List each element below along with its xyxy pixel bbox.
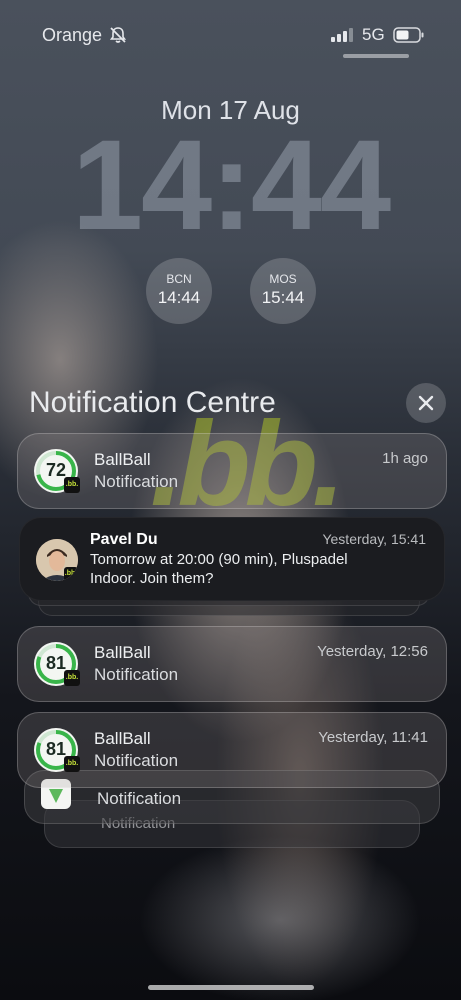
app-badge: .bb. <box>64 670 80 686</box>
ballball-app-icon: 81 .bb. <box>34 728 80 772</box>
world-clock-bcn[interactable]: BCN 14:44 <box>146 258 212 324</box>
ballball-app-icon: 81 .bb. <box>34 642 80 686</box>
bell-muted-icon <box>109 27 127 43</box>
signal-icon <box>331 28 353 42</box>
notification-body-line1: Tomorrow at 20:00 (90 min), Pluspadel <box>90 551 348 568</box>
network-label: 5G <box>362 25 385 44</box>
app-badge: .bb. <box>64 756 80 772</box>
lock-time: 14:44 <box>71 114 391 257</box>
world-clock-time: 14:44 <box>157 288 201 307</box>
notification-app-name: BallBall <box>94 450 151 469</box>
ballball-app-icon: 72 .bb. <box>34 449 80 493</box>
world-clock-time: 15:44 <box>261 288 305 307</box>
notification-time: Yesterday, 11:41 <box>318 729 428 746</box>
notification-body: Notification <box>97 789 182 808</box>
app-badge: .bb. <box>64 477 80 493</box>
notification-body: Notification <box>94 665 179 684</box>
close-icon <box>418 395 434 411</box>
notification-centre-title: Notification Centre <box>29 386 276 419</box>
close-button[interactable] <box>406 383 446 423</box>
world-clock-mos[interactable]: MOS 15:44 <box>250 258 316 324</box>
carrier-label: Orange <box>42 25 103 45</box>
notification-time: Yesterday, 15:41 <box>322 531 426 547</box>
world-clock-city: MOS <box>269 272 297 286</box>
notification-app-name: BallBall <box>94 729 151 748</box>
notification-sender: Pavel Du <box>90 531 158 548</box>
notification-body-line2: Indoor. Join them? <box>90 570 214 587</box>
notification-card-message[interactable]: .bb. Pavel Du Tomorrow at 20:00 (90 min)… <box>19 517 445 601</box>
notification-app-name: BallBall <box>94 643 151 662</box>
notification-card[interactable]: 81 .bb. BallBall Notification Yesterday,… <box>17 626 447 702</box>
control-centre-handle[interactable] <box>343 54 409 58</box>
app-badge: .bb. <box>64 567 78 581</box>
notification-card[interactable]: 72 .bb. BallBall Notification 1h ago <box>17 433 447 509</box>
notification-card[interactable]: 81 .bb. BallBall Notification Yesterday,… <box>17 712 447 788</box>
notification-time: Yesterday, 12:56 <box>317 643 428 660</box>
notification-time: 1h ago <box>382 450 428 467</box>
avatar: .bb. <box>36 539 78 581</box>
battery-icon <box>393 27 424 43</box>
world-clock-city: BCN <box>166 272 192 286</box>
notification-body: Notification <box>94 751 179 770</box>
notification-body: Notification <box>94 472 179 491</box>
status-bar: Orange 5G <box>0 0 461 70</box>
home-indicator[interactable] <box>148 985 314 990</box>
